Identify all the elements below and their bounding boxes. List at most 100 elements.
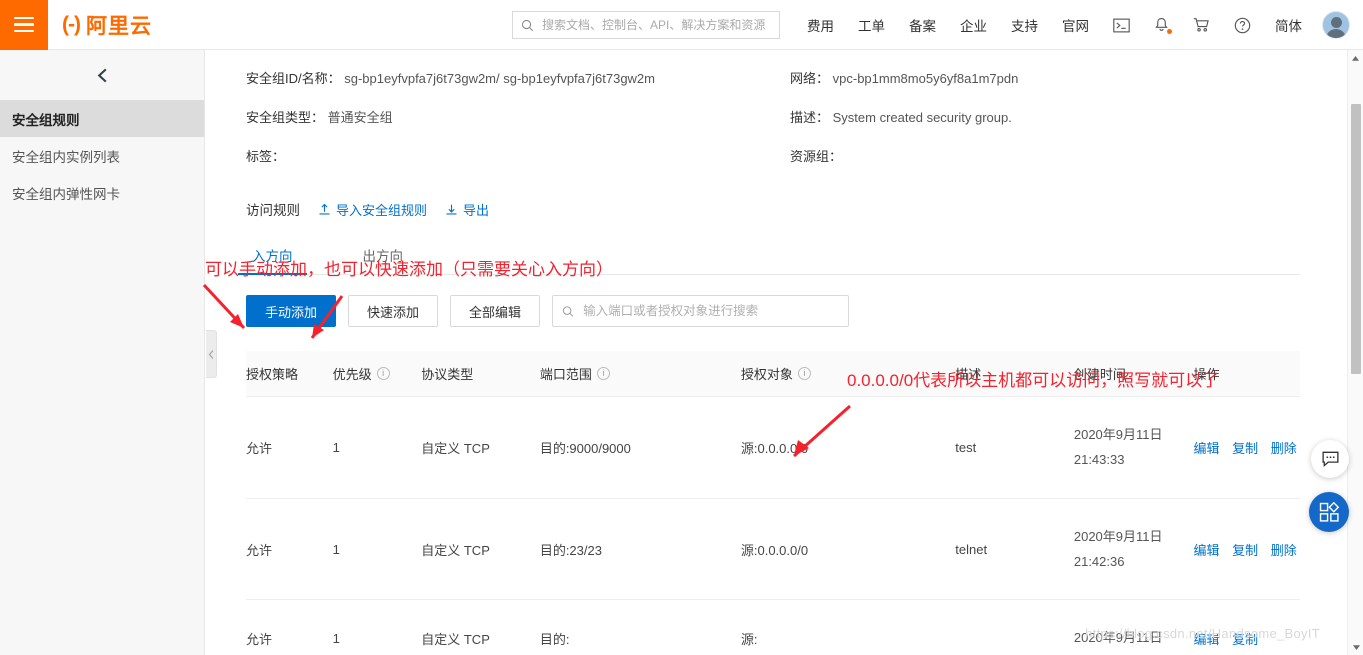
cell-auth-object: 源:0.0.0.0/0	[741, 397, 955, 499]
create-date: 2020年9月11日	[1074, 524, 1194, 549]
copy-rule-link[interactable]: 复制	[1232, 543, 1258, 558]
scrollbar-thumb[interactable]	[1351, 104, 1361, 374]
cell-priority: 1	[333, 600, 422, 655]
manual-add-button[interactable]: 手动添加	[246, 295, 336, 327]
cell-port-range: 目的:23/23	[540, 498, 741, 600]
info-label: 描述：	[790, 110, 829, 125]
terminal-icon[interactable]	[1101, 18, 1142, 33]
cell-operations: 编辑 复制	[1193, 600, 1300, 655]
cell-operations: 编辑 复制 删除	[1193, 397, 1300, 499]
create-time: 21:43:33	[1074, 447, 1194, 472]
hamburger-menu-icon[interactable]	[0, 0, 48, 50]
cart-icon[interactable]	[1181, 17, 1222, 33]
create-time: 21:42:36	[1074, 549, 1194, 574]
brand-logo[interactable]: (-) 阿里云	[62, 10, 152, 40]
import-rules-link[interactable]: 导入安全组规则	[318, 200, 427, 219]
cell-protocol: 自定义 TCP	[421, 498, 540, 600]
sidebar-item-eni-list[interactable]: 安全组内弹性网卡	[0, 174, 204, 211]
import-icon	[318, 203, 331, 216]
delete-rule-link[interactable]: 删除	[1271, 441, 1297, 456]
table-row[interactable]: 允许 1 自定义 TCP 目的:9000/9000 源:0.0.0.0/0 te…	[246, 397, 1300, 499]
sidebar-item-instance-list[interactable]: 安全组内实例列表	[0, 137, 204, 174]
column-label: 端口范围	[540, 364, 592, 383]
rules-toolbar: 手动添加 快速添加 全部编辑	[246, 295, 1300, 327]
cell-protocol: 自定义 TCP	[421, 600, 540, 655]
bell-icon[interactable]	[1142, 17, 1181, 33]
info-value: sg-bp1eyfvpfa7j6t73gw2m/ sg-bp1eyfvpfa7j…	[344, 71, 655, 86]
cell-description: test	[955, 397, 1074, 499]
edit-all-button[interactable]: 全部编辑	[450, 295, 540, 327]
rules-search-input[interactable]	[581, 303, 839, 319]
rules-title: 访问规则	[246, 199, 300, 219]
nav-item-enterprise[interactable]: 企业	[948, 15, 999, 35]
feedback-chat-button[interactable]	[1311, 440, 1349, 478]
info-tooltip-icon[interactable]: i	[798, 367, 811, 380]
quick-add-button[interactable]: 快速添加	[348, 295, 438, 327]
copy-rule-link[interactable]: 复制	[1232, 441, 1258, 456]
avatar-head	[1331, 17, 1342, 28]
export-icon	[445, 203, 458, 216]
page-root: (-) 阿里云 费用 工单 备案 企业 支持 官网	[0, 0, 1363, 655]
info-label: 安全组ID/名称：	[246, 71, 341, 86]
chevron-up-icon	[1351, 55, 1360, 62]
column-header-policy: 授权策略	[246, 351, 333, 397]
edit-rule-link[interactable]: 编辑	[1193, 441, 1219, 456]
table-row[interactable]: 允许 1 自定义 TCP 目的: 源: 2020年9月11日	[246, 600, 1300, 655]
info-label: 网络：	[790, 71, 829, 86]
cell-port-range: 目的:	[540, 600, 741, 655]
cell-policy: 允许	[246, 397, 333, 499]
copy-rule-link[interactable]: 复制	[1232, 632, 1258, 647]
cell-priority: 1	[333, 397, 422, 499]
global-search[interactable]	[512, 11, 780, 39]
import-rules-label: 导入安全组规则	[336, 200, 427, 219]
export-rules-link[interactable]: 导出	[445, 200, 489, 219]
top-navigation-bar: (-) 阿里云 费用 工单 备案 企业 支持 官网	[0, 0, 1363, 50]
annotation-cidr-explanation: 0.0.0.0/0代表所以主机都可以访问，照写就可以了	[847, 366, 1219, 391]
avatar-body	[1326, 29, 1346, 39]
help-icon[interactable]	[1222, 17, 1263, 34]
main-content: 安全组ID/名称： sg-bp1eyfvpfa7j6t73gw2m/ sg-bp…	[206, 50, 1340, 655]
info-tooltip-icon[interactable]: i	[597, 367, 610, 380]
apps-launcher-button[interactable]	[1309, 492, 1349, 532]
column-header-port-range: 端口范围 i	[540, 351, 741, 397]
nav-item-fee[interactable]: 费用	[795, 15, 846, 35]
sidebar-item-security-group-rules[interactable]: 安全组规则	[0, 100, 204, 137]
scrollbar-up-arrow[interactable]	[1348, 50, 1363, 66]
global-search-input[interactable]	[540, 17, 771, 33]
edit-rule-link[interactable]: 编辑	[1193, 543, 1219, 558]
rules-header: 访问规则 导入安全组规则 导出	[246, 199, 1300, 219]
table-row[interactable]: 允许 1 自定义 TCP 目的:23/23 源:0.0.0.0/0 telnet…	[246, 498, 1300, 600]
info-row-sg-type: 安全组类型： 普通安全组	[246, 107, 790, 126]
info-value: vpc-bp1mm8mo5y6yf8a1m7pdn	[833, 71, 1019, 86]
rules-search[interactable]	[552, 295, 849, 327]
cell-policy: 允许	[246, 600, 333, 655]
sidebar-item-label: 安全组内弹性网卡	[12, 183, 120, 203]
edit-rule-link[interactable]: 编辑	[1193, 632, 1219, 647]
scrollbar-down-arrow[interactable]	[1348, 639, 1363, 655]
sidebar-item-label: 安全组内实例列表	[12, 146, 120, 166]
security-group-info-panel: 安全组ID/名称： sg-bp1eyfvpfa7j6t73gw2m/ sg-bp…	[206, 50, 1340, 165]
page-scrollbar[interactable]	[1347, 50, 1363, 655]
cell-protocol: 自定义 TCP	[421, 397, 540, 499]
info-tooltip-icon[interactable]: i	[377, 367, 390, 380]
search-icon	[521, 19, 534, 32]
security-group-rules-table: 授权策略 优先级 i 协议类型	[246, 351, 1300, 655]
info-value: 普通安全组	[328, 110, 393, 125]
info-row-resource-group: 资源组：	[790, 146, 1300, 165]
content-collapse-handle[interactable]	[206, 330, 217, 378]
language-selector[interactable]: 简体	[1263, 15, 1314, 35]
top-nav-items: 费用 工单 备案 企业 支持 官网	[795, 0, 1362, 50]
nav-item-icp[interactable]: 备案	[897, 15, 948, 35]
delete-rule-link[interactable]: 删除	[1271, 543, 1297, 558]
nav-item-ticket[interactable]: 工单	[846, 15, 897, 35]
sidebar-collapse-button[interactable]	[0, 50, 204, 100]
chevron-down-icon	[1352, 644, 1361, 651]
cell-create-time: 2020年9月11日	[1074, 600, 1194, 655]
column-header-priority: 优先级 i	[333, 351, 422, 397]
user-avatar[interactable]	[1322, 11, 1350, 39]
nav-item-support[interactable]: 支持	[999, 15, 1050, 35]
search-icon	[562, 305, 574, 318]
nav-item-website[interactable]: 官网	[1050, 15, 1101, 35]
column-label: 优先级	[333, 364, 372, 383]
apps-grid-icon	[1319, 502, 1340, 523]
